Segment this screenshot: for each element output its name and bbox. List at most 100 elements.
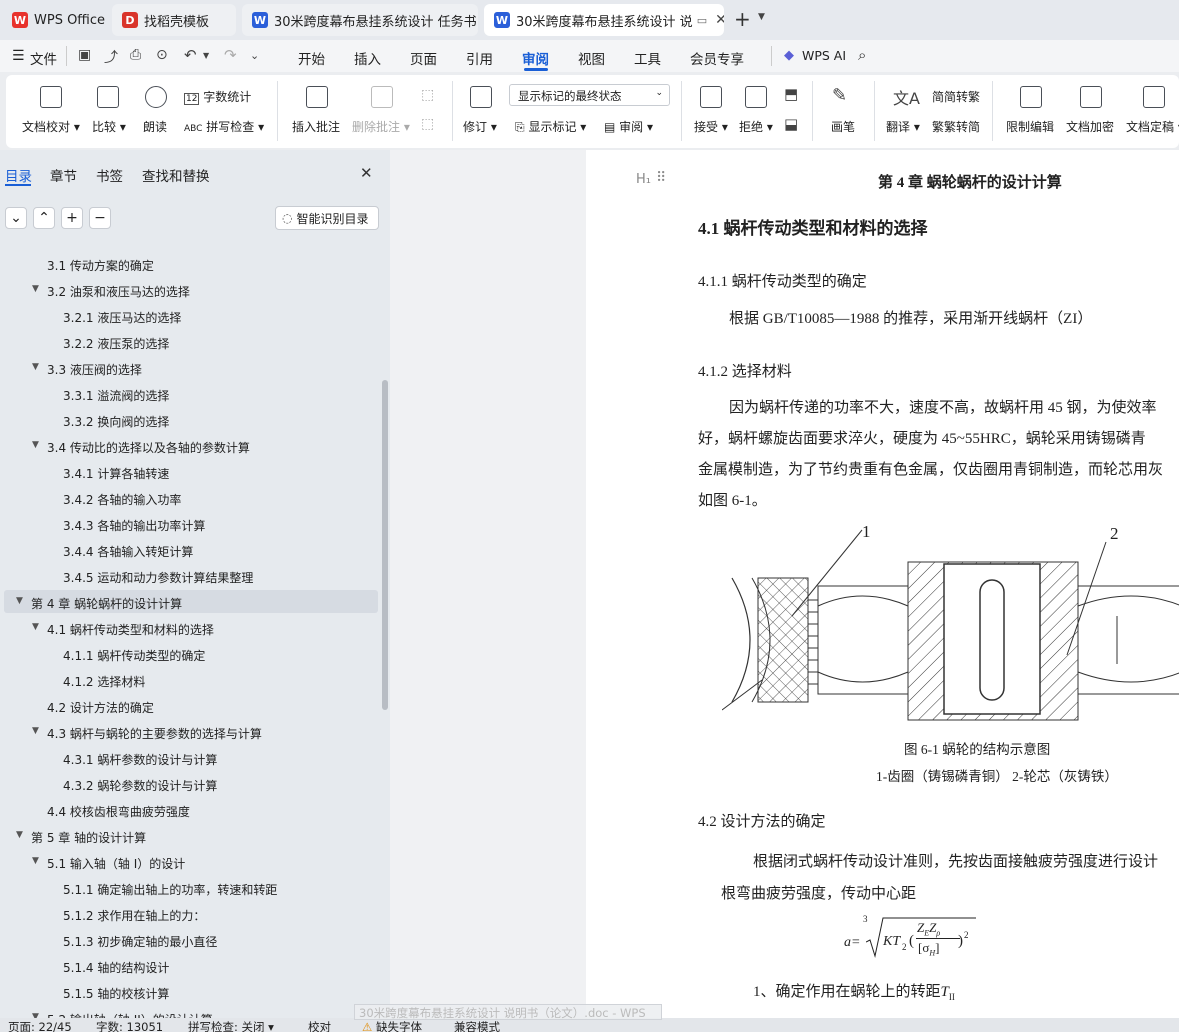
trad-to-simp-button[interactable]: 繁繁转简 <box>932 118 980 135</box>
proof-status[interactable]: 校对 <box>308 1019 331 1032</box>
menu-file[interactable]: 文件 <box>30 48 57 68</box>
show-markup-button[interactable]: ⎘ 显示标记 ▾ <box>515 118 586 135</box>
word-count-button[interactable]: 12 字数统计 <box>184 88 251 105</box>
preview-icon[interactable]: ⊙ <box>156 47 168 63</box>
toc-item[interactable]: 4.3.2 蜗轮参数的设计与计算 <box>63 777 217 794</box>
tab-template[interactable]: D 找稻壳模板 <box>112 4 236 36</box>
insert-comment-button[interactable]: 插入批注 <box>292 118 340 135</box>
close-tab-icon[interactable]: ✕ <box>715 12 724 28</box>
undo-icon[interactable]: ↶ <box>184 46 197 64</box>
tab-document-shuomingshu[interactable]: W 30米跨度幕布悬挂系统设计 说 ▭ ✕ <box>484 4 724 36</box>
compare-icon[interactable] <box>97 86 119 108</box>
share-icon[interactable]: ⤴ <box>104 47 118 67</box>
toc-item[interactable]: 4.2 设计方法的确定 <box>47 699 154 716</box>
toc-item[interactable]: 5.1.3 初步确定轴的最小直径 <box>63 933 217 950</box>
menu-home[interactable]: 开始 <box>298 48 325 68</box>
track-changes-icon[interactable] <box>470 86 492 108</box>
toc-item-selected[interactable]: 第 4 章 蜗轮蜗杆的设计计算 <box>31 595 182 612</box>
compare-button[interactable]: 比较 ▾ <box>92 118 126 135</box>
toc-item[interactable]: 4.4 校核齿根弯曲疲劳强度 <box>47 803 190 820</box>
toc-item[interactable]: 3.4.5 运动和动力参数计算结果整理 <box>63 569 253 586</box>
toc-item[interactable]: 3.2.2 液压泵的选择 <box>63 335 169 352</box>
encrypt-button[interactable]: 文档加密 <box>1066 118 1114 135</box>
translate-icon[interactable]: 文A <box>893 85 920 109</box>
caret-down-icon[interactable]: ▼ <box>32 284 39 294</box>
encrypt-icon[interactable] <box>1080 86 1102 108</box>
save-icon[interactable]: ▣ <box>78 47 91 63</box>
review-pane-button[interactable]: ▤ 审阅 ▾ <box>604 118 653 135</box>
pen-button[interactable]: 画笔 <box>831 118 855 135</box>
new-tab-button[interactable]: + <box>734 7 751 31</box>
toc-item[interactable]: 4.1.1 蜗杆传动类型的确定 <box>63 647 205 664</box>
caret-down-icon[interactable]: ▼ <box>32 622 39 632</box>
insert-comment-icon[interactable] <box>306 86 328 108</box>
print-icon[interactable]: ⎙ <box>130 47 141 63</box>
nav-tab-toc[interactable]: 目录 <box>5 165 32 185</box>
toc-item[interactable]: 3.1 传动方案的确定 <box>47 257 154 274</box>
scrollbar-thumb[interactable] <box>382 380 388 710</box>
toc-item[interactable]: 5.2 输出轴（轴 II）的设计计算 <box>47 1011 213 1018</box>
accept-button[interactable]: 接受 ▾ <box>694 118 728 135</box>
toc-item[interactable]: 3.3.1 溢流阀的选择 <box>63 387 169 404</box>
redo-icon[interactable]: ↷ <box>224 46 237 64</box>
markup-mode-select[interactable]: 显示标记的最终状态 ⌄ <box>509 84 670 106</box>
toc-item[interactable]: 第 5 章 轴的设计计算 <box>31 829 146 846</box>
caret-down-icon[interactable]: ▼ <box>16 830 23 840</box>
toc-item[interactable]: 3.2.1 液压马达的选择 <box>63 309 181 326</box>
spell-check-status[interactable]: 拼写检查: 关闭 ▾ <box>188 1019 274 1032</box>
page-counter[interactable]: 页面: 22/45 <box>8 1019 72 1032</box>
toc-item[interactable]: 3.4 传动比的选择以及各轴的参数计算 <box>47 439 250 456</box>
menu-view[interactable]: 视图 <box>578 48 605 68</box>
remove-heading-button[interactable]: − <box>89 207 111 229</box>
pen-icon[interactable]: ✎ <box>832 85 847 106</box>
menu-review[interactable]: 审阅 <box>522 48 549 68</box>
proofread-icon[interactable] <box>40 86 62 108</box>
smart-toc-button[interactable]: ◌ 智能识别目录 <box>275 206 379 230</box>
reject-icon[interactable] <box>745 86 767 108</box>
spell-check-button[interactable]: ABC 拼写检查 ▾ <box>184 118 264 135</box>
expand-all-button[interactable]: ⌄ <box>5 207 27 229</box>
accept-icon[interactable] <box>700 86 722 108</box>
nav-tab-bookmarks[interactable]: 书签 <box>96 165 123 185</box>
more-chevron-icon[interactable]: ⌄ <box>250 49 259 62</box>
tab-document-renwushu[interactable]: W 30米跨度幕布悬挂系统设计 任务书.do <box>242 4 478 36</box>
toc-item[interactable]: 5.1.5 轴的校核计算 <box>63 985 169 1002</box>
heading-level-marker[interactable]: H₁ <box>636 172 651 187</box>
chevron-down-icon[interactable]: ▼ <box>758 12 765 22</box>
prev-change-icon[interactable]: ⬒ <box>784 85 798 103</box>
simp-to-trad-button[interactable]: 简简转繁 <box>932 88 980 105</box>
menu-insert[interactable]: 插入 <box>354 48 381 68</box>
search-icon[interactable]: ⌕ <box>858 46 866 64</box>
menu-wps-ai[interactable]: WPS AI <box>802 48 846 63</box>
drag-handle-icon[interactable]: ⠿ <box>656 170 666 187</box>
menu-tools[interactable]: 工具 <box>634 48 661 68</box>
word-counter[interactable]: 字数: 13051 <box>96 1019 163 1032</box>
toc-item[interactable]: 5.1.4 轴的结构设计 <box>63 959 169 976</box>
toc-item[interactable]: 4.1 蜗杆传动类型和材料的选择 <box>47 621 214 638</box>
hamburger-icon[interactable]: ☰ <box>12 48 25 64</box>
tab-wps-office[interactable]: W WPS Office <box>2 4 106 36</box>
toc-item[interactable]: 5.1.2 求作用在轴上的力： <box>63 907 205 924</box>
toc-item[interactable]: 4.3 蜗杆与蜗轮的主要参数的选择与计算 <box>47 725 262 742</box>
toc-item[interactable]: 3.4.1 计算各轴转速 <box>63 465 169 482</box>
toc-item[interactable]: 4.3.1 蜗杆参数的设计与计算 <box>63 751 217 768</box>
restrict-edit-button[interactable]: 限制编辑 <box>1006 118 1054 135</box>
toc-item[interactable]: 3.3 液压阀的选择 <box>47 361 142 378</box>
toc-item[interactable]: 5.1.1 确定输出轴上的功率，转速和转距 <box>63 881 277 898</box>
menu-page[interactable]: 页面 <box>410 48 437 68</box>
add-heading-button[interactable]: + <box>61 207 83 229</box>
toc-item[interactable]: 5.1 输入轴（轴 I）的设计 <box>47 855 185 872</box>
caret-down-icon[interactable]: ▼ <box>32 726 39 736</box>
toc-item[interactable]: 3.4.4 各轴输入转矩计算 <box>63 543 193 560</box>
nav-tab-find-replace[interactable]: 查找和替换 <box>142 165 210 185</box>
toc-item[interactable]: 3.4.2 各轴的输入功率 <box>63 491 181 508</box>
track-changes-button[interactable]: 修订 ▾ <box>463 118 497 135</box>
translate-button[interactable]: 翻译 ▾ <box>886 118 920 135</box>
next-change-icon[interactable]: ⬓ <box>784 115 798 133</box>
collapse-all-button[interactable]: ⌃ <box>33 207 55 229</box>
caret-down-icon[interactable]: ▼ <box>32 440 39 450</box>
toc-item[interactable]: 4.1.2 选择材料 <box>63 673 145 690</box>
reject-button[interactable]: 拒绝 ▾ <box>739 118 773 135</box>
close-pane-icon[interactable]: ✕ <box>360 164 373 182</box>
toc-item[interactable]: 3.4.3 各轴的输出功率计算 <box>63 517 205 534</box>
